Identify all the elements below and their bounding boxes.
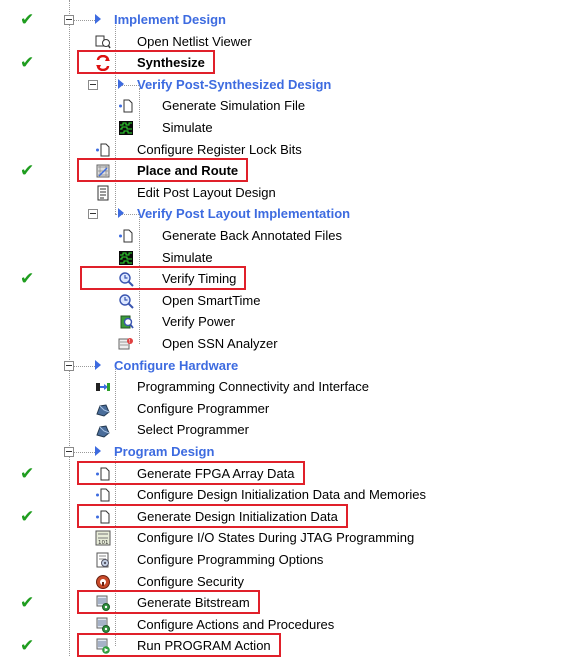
highlight-box: [77, 503, 348, 528]
tree-item-label: Program Design: [114, 444, 215, 459]
programmer-icon: [95, 422, 111, 438]
io-states-icon: 101: [95, 530, 111, 546]
tree-item-implement-design[interactable]: ✔ Implement Design: [0, 9, 572, 31]
tree-item-verify-post-synthesized-design[interactable]: Verify Post-Synthesized Design: [0, 74, 572, 96]
tree-item-label: Programming Connectivity and Interface: [137, 379, 369, 395]
checkmark-icon: ✔: [20, 10, 35, 30]
checkmark-icon: ✔: [20, 636, 35, 657]
waveform-icon: [118, 120, 134, 136]
power-icon: [118, 314, 134, 330]
smarttime-icon: [118, 293, 134, 309]
netlist-viewer-icon: [95, 34, 111, 50]
expand-arrow-icon: [118, 78, 124, 89]
tree-item-verify-post-layout-implementation[interactable]: Verify Post Layout Implementation: [0, 203, 572, 225]
tree-item-label: Verify Power: [162, 314, 235, 330]
tree-item-label: Simulate: [162, 120, 213, 135]
tree-item-label: Open Netlist Viewer: [137, 33, 252, 49]
document-icon: [95, 185, 111, 201]
tree-item-label: Configure Programmer: [137, 400, 270, 416]
highlight-box: [80, 266, 246, 291]
tree-item-configure-security[interactable]: Configure Security: [0, 571, 572, 593]
tree-item-configure-hardware[interactable]: Configure Hardware: [0, 355, 572, 377]
collapse-toggle-icon[interactable]: [88, 209, 98, 220]
checkmark-icon: ✔: [20, 463, 35, 484]
tree-item-label: Select Programmer: [137, 422, 249, 438]
ssn-analyzer-icon: !: [118, 336, 134, 352]
tree-item-generate-back-annotated-files[interactable]: Generate Back Annotated Files: [0, 225, 572, 247]
tree-item-configure-i-o-states-during-jtag-programming[interactable]: 101 Configure I/O States During JTAG Prog…: [0, 527, 572, 549]
collapse-toggle-icon[interactable]: [88, 79, 98, 90]
tree-item-edit-post-layout-design[interactable]: Edit Post Layout Design: [0, 182, 572, 204]
tree-item-label: Configure Actions and Procedures: [137, 616, 335, 632]
tree-item-open-smarttime[interactable]: Open SmartTime: [0, 290, 572, 312]
expand-arrow-icon: [95, 14, 101, 24]
tree-item-label: Open SmartTime: [162, 292, 261, 308]
tree-item-generate-simulation-file[interactable]: Generate Simulation File: [0, 95, 572, 117]
tree-item-open-ssn-analyzer[interactable]: ! Open SSN Analyzer: [0, 333, 572, 355]
security-icon: [95, 574, 111, 590]
tree-item-label: Generate Simulation File: [162, 98, 306, 114]
tree-item-label: Configure Programming Options: [137, 552, 324, 567]
highlight-box: [77, 158, 248, 183]
highlight-box: [77, 633, 281, 657]
checkmark-icon: ✔: [20, 593, 35, 614]
tree-item-label: Open SSN Analyzer: [162, 336, 278, 351]
file-icon: [118, 228, 134, 244]
file-icon: [118, 98, 134, 114]
tree-item-label: Configure Register Lock Bits: [137, 141, 302, 157]
tree-item-simulate[interactable]: Simulate: [0, 247, 572, 269]
tree-item-label: Configure Design Initialization Data and…: [137, 487, 427, 503]
tree-item-simulate[interactable]: Simulate: [0, 117, 572, 139]
checkmark-icon: ✔: [20, 53, 35, 74]
tree-item-label: Verify Post-Synthesized Design: [137, 76, 332, 92]
tree-item-label: Verify Post Layout Implementation: [137, 206, 351, 222]
tree-item-label: Edit Post Layout Design: [137, 184, 276, 200]
tree-item-label: Generate Back Annotated Files: [162, 228, 342, 243]
expand-arrow-icon: [95, 446, 101, 456]
actions-icon: [95, 617, 111, 633]
collapse-toggle-icon[interactable]: [64, 360, 74, 371]
waveform-icon: [118, 250, 134, 266]
highlight-box: [77, 590, 260, 615]
checkmark-icon: ✔: [20, 269, 35, 290]
expand-arrow-icon: [95, 359, 101, 370]
highlight-box: [77, 50, 215, 75]
tree-item-label: Implement Design: [114, 12, 226, 27]
svg-text:!: !: [129, 339, 131, 345]
tree-item-label: Configure Hardware: [114, 357, 239, 373]
tree-item-configure-actions-and-procedures[interactable]: Configure Actions and Procedures: [0, 614, 572, 636]
options-icon: [95, 552, 111, 568]
file-icon: [95, 487, 111, 503]
tree-item-configure-design-initialization-data-and-memories[interactable]: Configure Design Initialization Data and…: [0, 484, 572, 506]
file-icon: [95, 142, 111, 158]
tree-item-configure-register-lock-bits[interactable]: Configure Register Lock Bits: [0, 139, 572, 161]
collapse-toggle-icon[interactable]: [64, 15, 74, 25]
tree-item-programming-connectivity-and-interface[interactable]: Programming Connectivity and Interface: [0, 376, 572, 398]
tree-item-label: Configure I/O States During JTAG Program…: [137, 530, 415, 546]
design-flow-tree: ✔ Implement Design Open Netlist Viewer ✔ Syn…: [0, 0, 572, 657]
expand-arrow-icon: [118, 208, 124, 219]
tree-item-label: Simulate: [162, 249, 213, 265]
svg-text:101: 101: [98, 540, 109, 546]
collapse-toggle-icon[interactable]: [64, 447, 74, 457]
tree-item-verify-power[interactable]: Verify Power: [0, 311, 572, 333]
tree-item-label: Configure Security: [137, 573, 244, 589]
connectivity-icon: [95, 379, 111, 395]
tree-item-configure-programming-options[interactable]: Configure Programming Options: [0, 549, 572, 571]
programmer-icon: [95, 401, 111, 417]
tree-item-select-programmer[interactable]: Select Programmer: [0, 419, 572, 441]
tree-item-open-netlist-viewer[interactable]: Open Netlist Viewer: [0, 31, 572, 53]
tree-item-configure-programmer[interactable]: Configure Programmer: [0, 398, 572, 420]
highlight-box: [77, 460, 305, 485]
checkmark-icon: ✔: [20, 161, 35, 182]
checkmark-icon: ✔: [20, 506, 35, 527]
tree-item-program-design[interactable]: Program Design: [0, 441, 572, 463]
